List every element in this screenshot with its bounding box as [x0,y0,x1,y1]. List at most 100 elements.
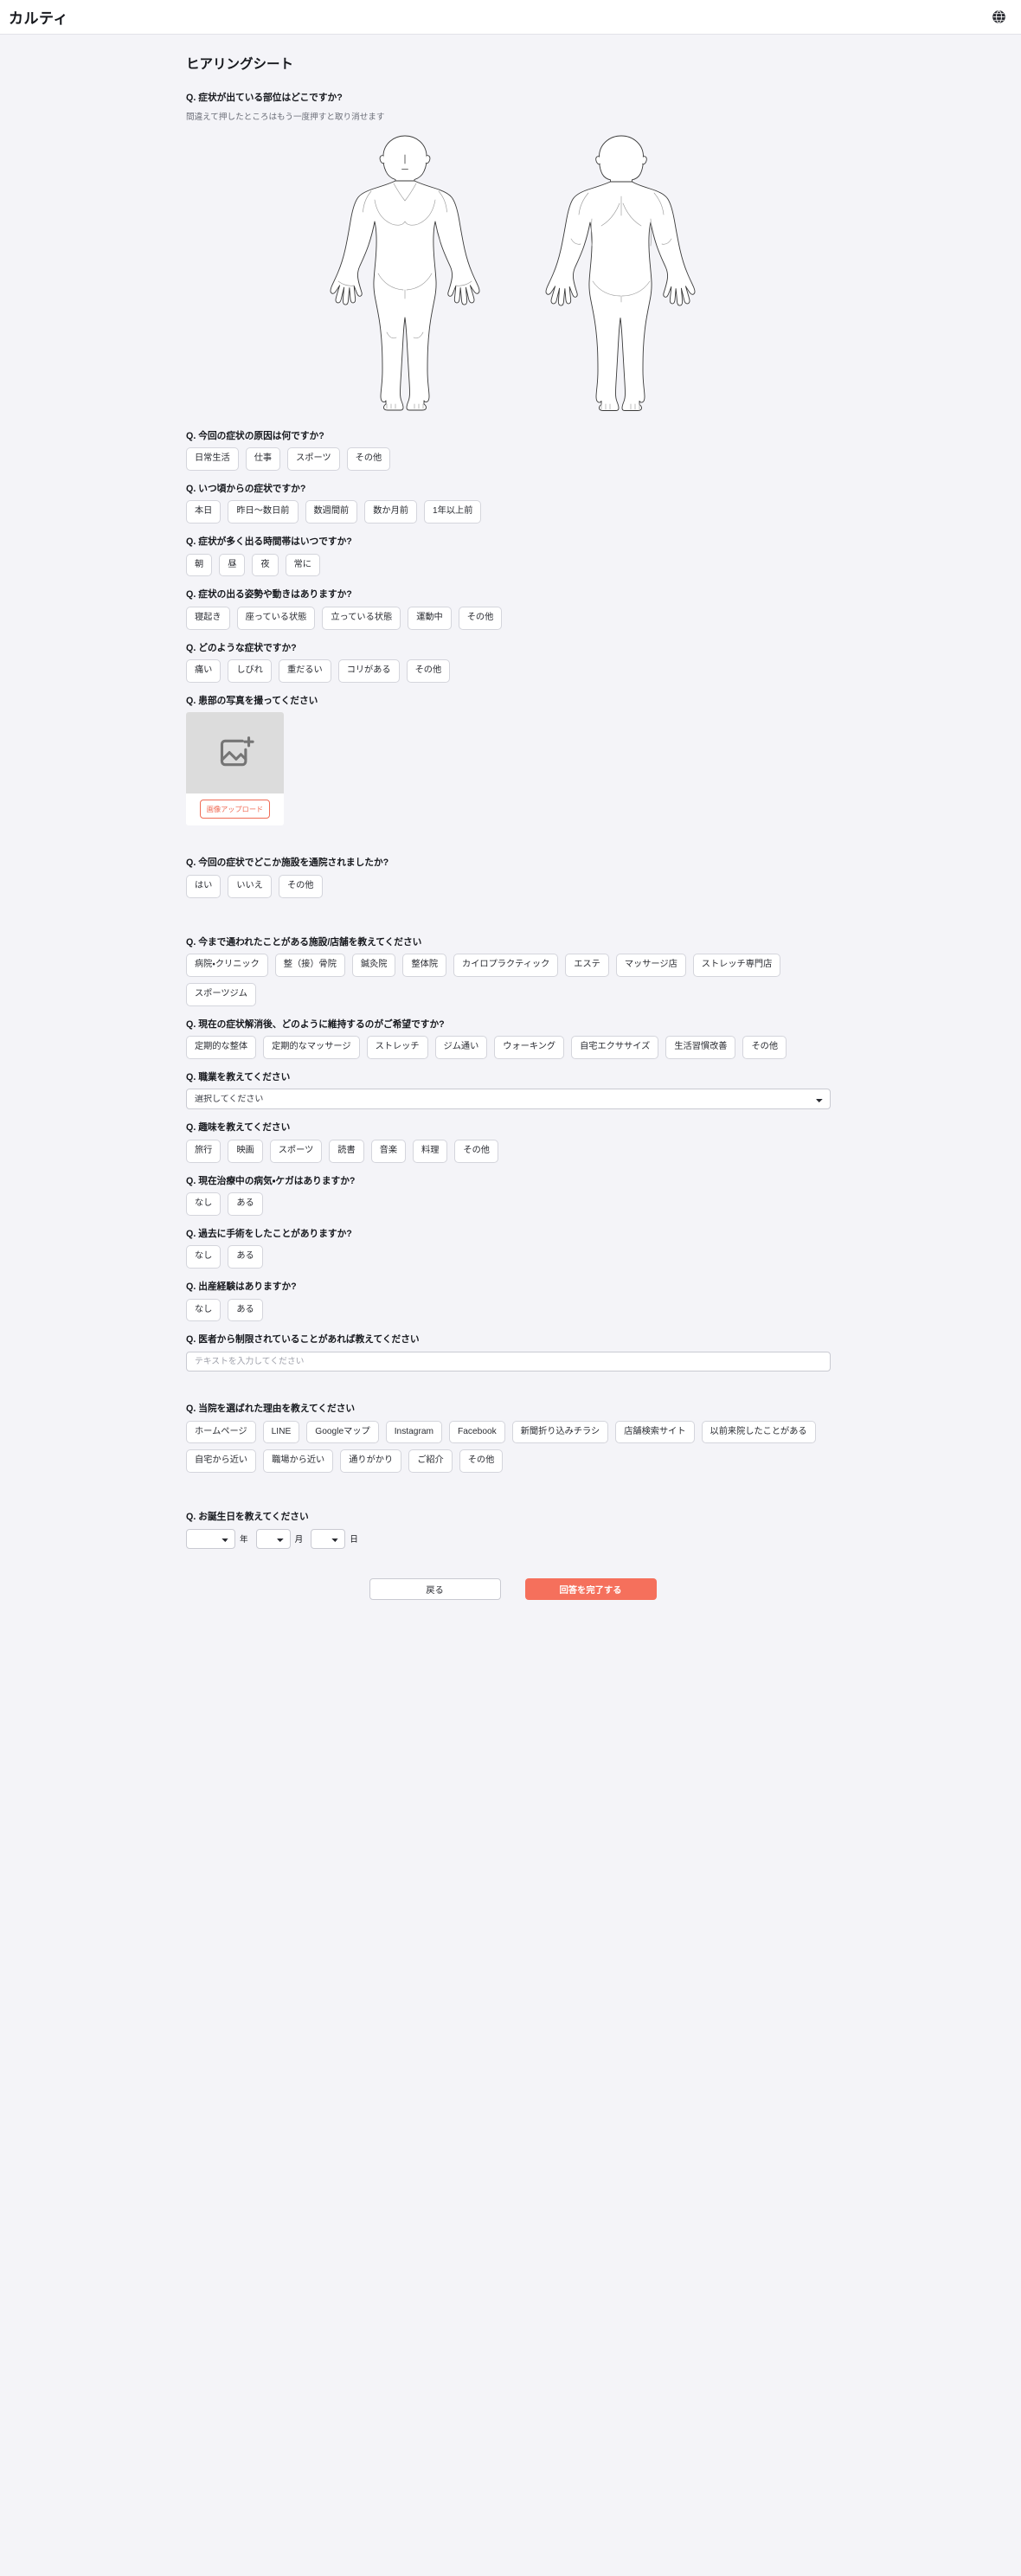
question-cause: Q. 今回の症状の原因は何ですか? 日常生活 仕事 スポーツ その他 [186,430,839,471]
chip-option[interactable]: いいえ [228,874,272,898]
chip-option[interactable]: Instagram [385,1420,442,1444]
chip-option[interactable]: なし [186,1298,222,1322]
chip-group-maintenance: 定期的な整体 定期的なマッサージ ストレッチ ジム通い ウォーキング 自宅エクサ… [186,1036,839,1059]
chip-option[interactable]: 昨日〜数日前 [228,500,299,524]
chip-group-visited-facility: はい いいえ その他 [186,874,839,898]
chip-option[interactable]: 朝 [186,553,213,577]
doctor-restrictions-input[interactable] [186,1352,831,1372]
chip-option[interactable]: しびれ [228,659,272,683]
chip-option[interactable]: 読書 [329,1139,364,1163]
chip-option[interactable]: LINE [262,1420,300,1444]
chip-option[interactable]: 整体院 [402,954,447,977]
chip-option[interactable]: なし [186,1192,222,1216]
chip-option[interactable]: 以前来院したことがある [701,1420,816,1444]
chip-option[interactable]: 料理 [413,1139,448,1163]
chip-option[interactable]: ウォーキング [494,1036,565,1059]
chip-option[interactable]: コリがある [337,659,400,683]
chip-option[interactable]: 旅行 [186,1139,222,1163]
occupation-select[interactable]: 選択してください [186,1089,831,1110]
question-childbirth: Q. 出産経験はありますか? なし ある [186,1281,839,1322]
chip-option[interactable]: 日常生活 [186,447,239,471]
chip-group-symptom-type: 痛い しびれ 重だるい コリがある その他 [186,659,839,683]
chip-option[interactable]: 運動中 [408,606,452,630]
chip-option[interactable]: 重だるい [278,659,331,683]
question-label: Q. 今回の症状の原因は何ですか? [186,430,324,441]
chip-option[interactable]: 夜 [252,553,279,577]
chip-option[interactable]: スポーツジム [186,982,256,1006]
chip-option[interactable]: 自宅エクササイズ [571,1036,659,1059]
question-label: Q. いつ頃からの症状ですか? [186,483,306,494]
body-map-front[interactable] [314,129,496,414]
chip-group-cause: 日常生活 仕事 スポーツ その他 [186,447,839,471]
chip-option[interactable]: 仕事 [245,447,281,471]
chip-option[interactable]: スポーツ [269,1139,323,1163]
birthday-day-select[interactable] [311,1528,346,1549]
birthday-year-unit: 年 [240,1535,248,1545]
chip-option[interactable]: ある [228,1298,263,1322]
chip-option[interactable]: 立っている状態 [322,606,401,630]
chip-option[interactable]: ジム通い [434,1036,488,1059]
chip-option[interactable]: スポーツ [287,447,340,471]
birthday-month-select[interactable] [255,1528,291,1549]
chip-option[interactable]: 職場から近い [263,1449,334,1474]
chip-option[interactable]: 生活習慣改善 [665,1036,736,1059]
chip-option[interactable]: 数か月前 [364,500,417,524]
birthday-year-select[interactable] [186,1528,235,1549]
chip-option[interactable]: なし [186,1245,222,1269]
chip-option[interactable]: 座っている状態 [236,606,316,630]
chip-option[interactable]: 本日 [186,500,222,524]
chip-option[interactable]: その他 [459,1449,504,1474]
chip-option[interactable]: 定期的な整体 [186,1036,257,1059]
page-title: ヒアリングシート [186,57,294,72]
globe-icon[interactable] [992,10,1006,24]
form-actions: 戻る 回答を完了する [186,1577,839,1619]
chip-option[interactable]: その他 [454,1139,498,1163]
chip-option[interactable]: ある [228,1245,263,1269]
chip-option[interactable]: 映画 [228,1139,263,1163]
chip-option[interactable]: ストレッチ専門店 [692,954,781,977]
back-button[interactable]: 戻る [369,1577,501,1600]
chip-option[interactable]: その他 [406,659,451,683]
chip-option[interactable]: 昼 [219,553,246,577]
chip-option[interactable]: 音楽 [370,1139,407,1163]
question-hobby: Q. 趣味を教えてください 旅行 映画 スポーツ 読書 音楽 料理 その他 [186,1121,839,1163]
question-label: Q. 医者から制限されていることがあれば教えてください [186,1334,420,1346]
question-label: Q. 患部の写真を撮ってください [186,695,318,706]
chip-option[interactable]: はい [186,874,222,898]
chip-option[interactable]: マッサージ店 [615,954,686,977]
body-map-back[interactable] [530,129,712,414]
chip-option[interactable]: 寝起き [186,606,230,630]
chip-option[interactable]: ご紹介 [408,1449,453,1474]
chip-option[interactable]: 通りがかり [340,1449,402,1474]
chip-option[interactable]: 数週間前 [305,500,358,524]
chip-option[interactable]: 定期的なマッサージ [263,1036,360,1059]
chip-option[interactable]: 自宅から近い [186,1449,257,1474]
submit-button[interactable]: 回答を完了する [524,1577,657,1600]
chip-option[interactable]: その他 [346,447,391,471]
photo-preview-placeholder[interactable] [186,712,284,794]
chip-option[interactable]: その他 [278,874,323,898]
chip-option[interactable]: ある [228,1192,263,1216]
chip-option[interactable]: 病院・クリニック [186,954,268,977]
chip-option[interactable]: 整（接）骨院 [274,954,345,977]
chip-option[interactable]: Googleマップ [306,1420,379,1444]
chip-option[interactable]: その他 [742,1036,787,1059]
image-upload-button[interactable]: 画像アップロード [199,800,271,819]
chip-option[interactable]: エステ [565,954,609,977]
chip-option[interactable]: 痛い [186,659,222,683]
chip-option[interactable]: ストレッチ [366,1036,428,1059]
chip-option[interactable]: その他 [458,606,503,630]
chip-group-current-illness: なし ある [186,1192,839,1216]
chip-option[interactable]: 常に [285,553,320,577]
chip-option[interactable]: 1年以上前 [424,500,482,524]
chip-option[interactable]: 鍼灸院 [351,954,396,977]
chip-option[interactable]: ホームページ [186,1420,256,1444]
page-body: ヒアリングシート Q. 症状が出ている部位はどこですか? 間違えて押したところは… [0,54,1021,1636]
chip-option[interactable]: Facebook [449,1420,505,1444]
question-label: Q. 症状が多く出る時間帯はいつですか? [186,536,352,548]
chip-option[interactable]: 店舗検索サイト [615,1420,695,1444]
chip-group-posture: 寝起き 座っている状態 立っている状態 運動中 その他 [186,606,839,630]
chip-option[interactable]: カイロプラクティック [453,954,559,977]
chip-group-referral: ホームページ LINE Googleマップ Instagram Facebook… [186,1420,839,1474]
chip-option[interactable]: 新聞折り込みチラシ [511,1420,609,1444]
